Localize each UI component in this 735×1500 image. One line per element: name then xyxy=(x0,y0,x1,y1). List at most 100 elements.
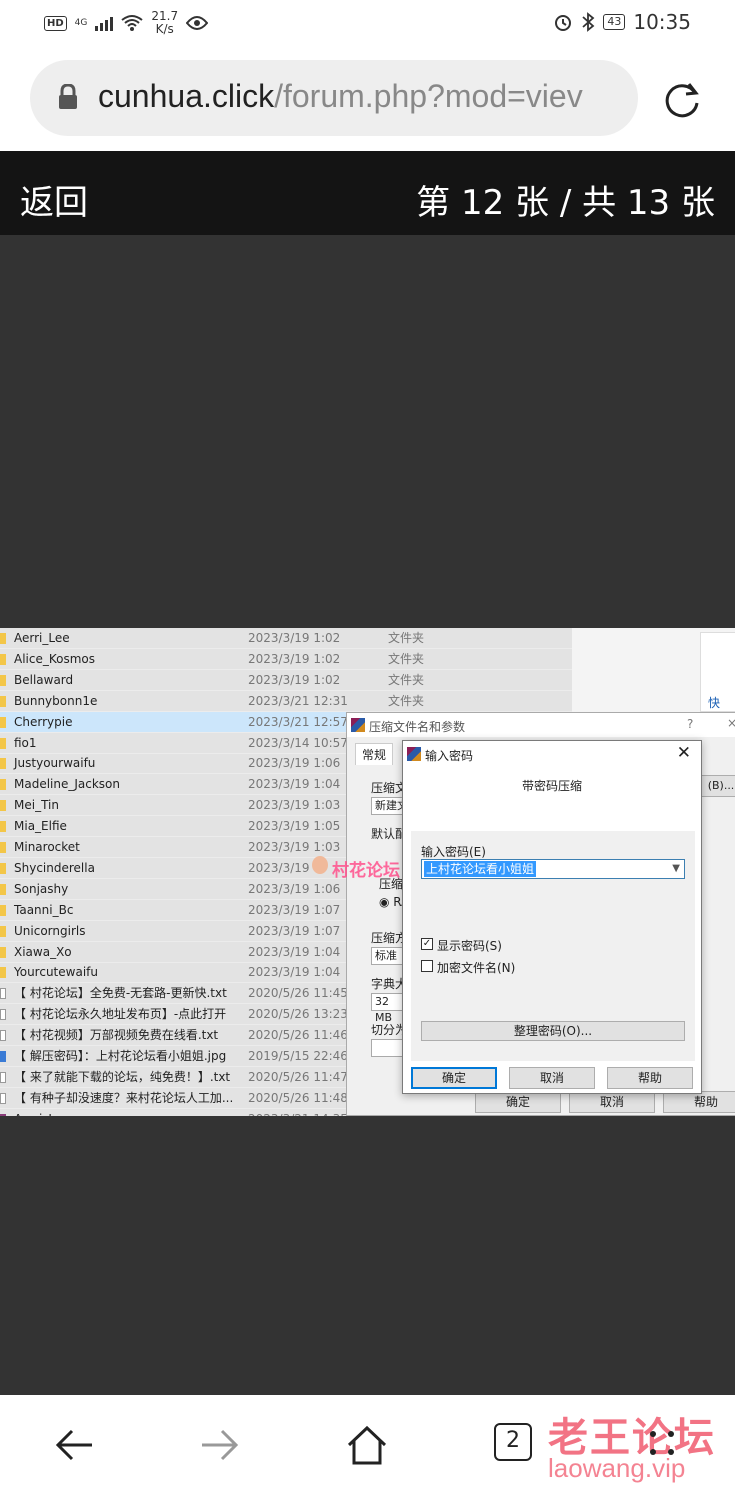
file-name: Madeline_Jackson xyxy=(14,777,121,792)
file-row[interactable]: Aerri_Lee 2023/3/19 1:02 文件夹 xyxy=(0,628,572,649)
battery-level: 43 xyxy=(607,15,622,28)
file-name: Minarocket xyxy=(14,840,80,854)
file-name: 【 有种子却没速度？来村花论坛人工加... xyxy=(14,1090,234,1105)
file-date: 2023/3/19 xyxy=(248,860,310,875)
encrypt-names-checkbox[interactable]: 加密文件名(N) xyxy=(421,959,601,975)
hd-badge: HD xyxy=(44,15,67,31)
file-name: Bunnybonn1e xyxy=(14,693,98,708)
file-date: 2019/5/15 22:46 xyxy=(248,1049,348,1063)
viewed-image[interactable]: Aerri_Lee 2023/3/19 1:02 文件夹 Alice_Kosmos 20… xyxy=(0,628,735,1116)
file-name: Aerri_Lee xyxy=(14,631,70,645)
file-name: 【 村花论坛】全免费-无套路-更新快.txt xyxy=(14,986,227,1001)
password-dialog-title: 输入密码 xyxy=(425,749,474,763)
bottom-navigation: 2 老王论坛 laowang.vip xyxy=(0,1395,735,1500)
file-date: 2023/3/21 14:35 xyxy=(248,1109,348,1116)
file-name: Bellaward xyxy=(14,672,74,687)
folder-icon xyxy=(0,904,6,916)
tabs-button[interactable]: 2 xyxy=(494,1423,532,1461)
chevron-down-icon[interactable]: ▼ xyxy=(672,860,680,878)
browse-button[interactable]: (B)... xyxy=(701,775,735,797)
status-bar: HD 4G 21.7 K/s 43 10:35 xyxy=(0,0,735,48)
password-ok-button[interactable]: 确定 xyxy=(411,1067,497,1089)
file-type: 文件夹 xyxy=(388,693,425,708)
jpg-icon xyxy=(0,1051,6,1062)
folder-icon xyxy=(0,779,6,791)
file-date: 2020/5/26 11:45 xyxy=(248,986,348,1001)
url-text[interactable]: cunhua.click/forum.php?mod=viev xyxy=(98,78,583,115)
folder-icon xyxy=(0,946,6,958)
image-counter: 第 12 张 / 共 13 张 xyxy=(416,183,715,223)
organize-passwords-button[interactable]: 整理密码(O)... xyxy=(421,1021,685,1041)
archive-help-button[interactable]: 帮助 xyxy=(663,1091,735,1113)
password-help-button[interactable]: 帮助 xyxy=(607,1067,693,1089)
eye-icon xyxy=(186,16,209,30)
show-password-checkbox[interactable]: ✓ 显示密码(S) xyxy=(421,937,601,953)
file-date: 2020/5/26 11:48 xyxy=(248,1090,348,1105)
password-input[interactable]: 上村花论坛看小姐姐 ▼ xyxy=(421,859,685,879)
file-date: 2020/5/26 11:46 xyxy=(248,1028,348,1043)
file-name: Mia_Elfie xyxy=(14,819,67,834)
file-type: 文件夹 xyxy=(388,631,425,645)
rar-icon xyxy=(0,1113,6,1116)
back-button[interactable]: 返回 xyxy=(20,175,88,224)
file-date: 2023/3/19 1:02 xyxy=(248,631,341,645)
reload-icon[interactable] xyxy=(662,79,702,119)
archive-ok-button[interactable]: 确定 xyxy=(475,1091,561,1113)
file-date: 2023/3/19 1:04 xyxy=(248,944,341,959)
network-speed: 21.7 K/s xyxy=(151,10,178,36)
file-name: Unicorngirls xyxy=(14,923,86,938)
encrypt-names-label: 加密文件名(N) xyxy=(437,961,516,975)
tab-general[interactable]: 常规 xyxy=(355,743,394,765)
battery-icon: 43 xyxy=(603,14,626,30)
file-name: Yourcutewaifu xyxy=(14,965,98,980)
tab-count: 2 xyxy=(506,1428,520,1453)
password-group: 输入密码(E) 上村花论坛看小姐姐 ▼ ✓ 显示密码(S) 加密文件名(N) 整… xyxy=(411,831,695,1061)
txt-icon xyxy=(0,988,6,1000)
folder-icon xyxy=(0,653,6,665)
file-row[interactable]: Bunnybonn1e 2023/3/21 12:31 文件夹 xyxy=(0,691,572,712)
forward-arrow-icon[interactable] xyxy=(198,1423,242,1467)
folder-icon xyxy=(0,862,6,874)
file-name: 【 村花论坛永久地址发布页】-点此打开 xyxy=(14,1007,227,1022)
folder-icon xyxy=(0,695,6,707)
file-row[interactable]: Bellaward 2023/3/19 1:02 文件夹 xyxy=(0,670,572,691)
speed-value: 21.7 xyxy=(151,9,179,23)
file-date: 2023/3/19 1:06 xyxy=(248,881,341,896)
txt-icon xyxy=(0,1092,6,1104)
file-type: 文件夹 xyxy=(388,651,425,666)
url-host: cunhua.click xyxy=(98,78,275,114)
password-dialog: 输入密码 ✕ 带密码压缩 输入密码(E) 上村花论坛看小姐姐 ▼ ✓ 显示密码(… xyxy=(402,740,702,1094)
close-icon[interactable]: × xyxy=(727,716,735,730)
file-date: 2023/3/19 1:05 xyxy=(248,819,341,834)
menu-icon[interactable] xyxy=(646,1429,678,1461)
password-cancel-button[interactable]: 取消 xyxy=(509,1067,595,1089)
password-label: 输入密码(E) xyxy=(421,845,486,859)
wifi-icon xyxy=(121,15,143,31)
alarm-icon xyxy=(555,15,572,31)
file-name: Mei_Tin xyxy=(14,798,59,813)
file-date: 2023/3/21 12:31 xyxy=(248,693,348,708)
back-arrow-icon[interactable] xyxy=(52,1423,96,1467)
password-dialog-titlebar: 输入密码 ✕ xyxy=(403,741,701,767)
archive-dialog-title: 压缩文件名和参数 xyxy=(369,720,466,734)
folder-icon xyxy=(0,737,6,749)
folder-icon xyxy=(0,821,6,833)
file-row[interactable]: Alice_Kosmos 2023/3/19 1:02 文件夹 xyxy=(0,649,572,670)
txt-icon xyxy=(0,1030,6,1042)
txt-icon xyxy=(0,1009,6,1021)
file-date: 2023/3/19 1:07 xyxy=(248,902,341,917)
close-icon[interactable]: ✕ xyxy=(677,743,691,763)
archive-cancel-button[interactable]: 取消 xyxy=(569,1091,655,1113)
file-type: 文件夹 xyxy=(388,672,425,687)
checkbox-unchecked-icon xyxy=(421,960,433,972)
txt-icon xyxy=(0,1071,6,1083)
address-bar[interactable]: cunhua.click/forum.php?mod=viev xyxy=(30,60,638,136)
file-name: Justyourwaifu xyxy=(14,756,96,771)
watermark: 村花论坛 xyxy=(332,861,400,881)
home-icon[interactable] xyxy=(345,1423,389,1467)
folder-icon xyxy=(0,758,6,770)
help-icon[interactable]: ? xyxy=(687,717,693,731)
status-left: HD 4G 21.7 K/s xyxy=(44,10,209,36)
folder-icon xyxy=(0,925,6,937)
folder-icon xyxy=(0,633,6,644)
